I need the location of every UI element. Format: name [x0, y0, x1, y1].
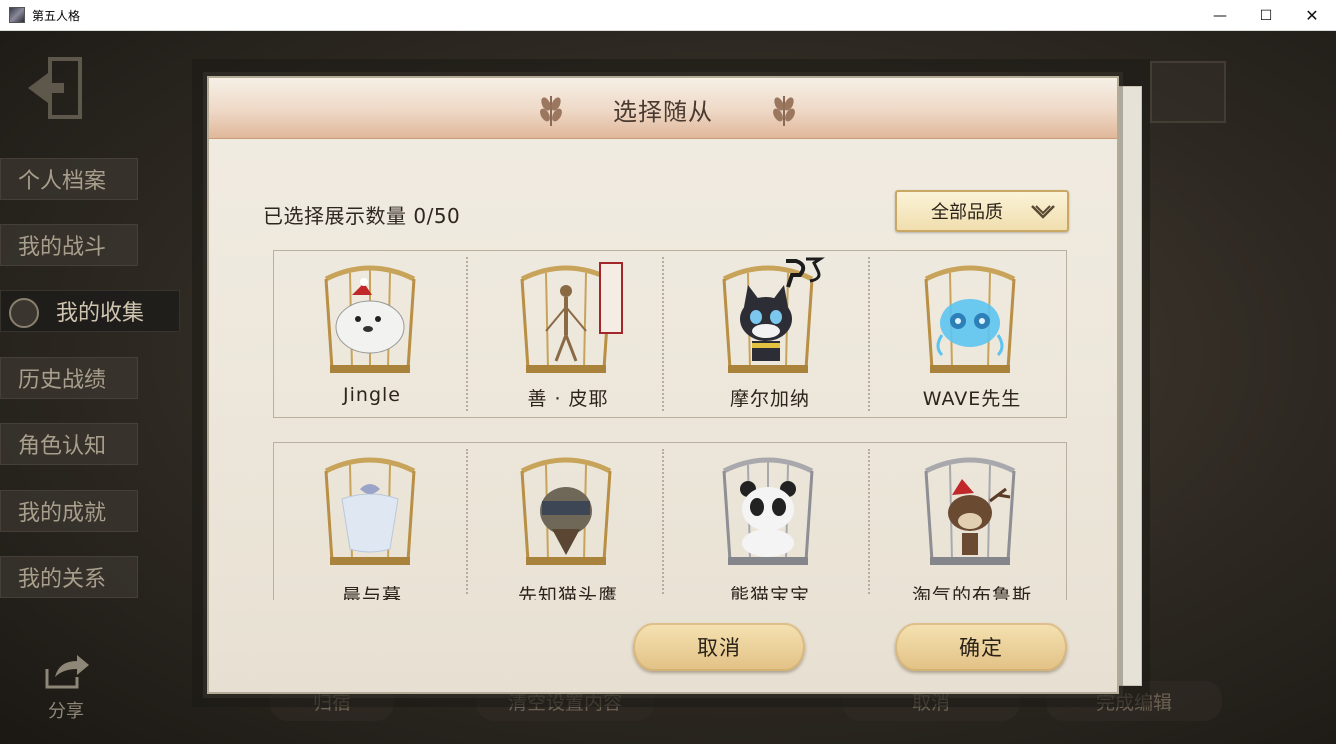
- minimize-button[interactable]: —: [1197, 0, 1243, 31]
- jellyfish-icon: [936, 299, 1004, 357]
- divider: [868, 449, 870, 594]
- companion-name: 善 · 皮耶: [527, 388, 609, 410]
- confirm-button[interactable]: 确定: [895, 623, 1067, 671]
- companion-card-pierre[interactable]: 善 · 皮耶: [470, 251, 666, 417]
- companion-name: 先知猫头鹰: [517, 585, 618, 600]
- wheat-ornament-icon: [773, 96, 795, 126]
- app-icon: [9, 7, 25, 23]
- maximize-button[interactable]: ☐: [1243, 0, 1289, 31]
- gold-cage-icon: [324, 457, 416, 565]
- sidebar-item-character-cognition[interactable]: 角色认知: [0, 423, 138, 465]
- sidebar-item-label: 我的成就: [18, 501, 107, 526]
- exit-door-icon[interactable]: [24, 55, 88, 121]
- sidebar-item-label: 我的关系: [18, 567, 107, 592]
- sidebar-item-label: 我的收集: [56, 301, 145, 326]
- gold-cage-icon: [520, 262, 623, 373]
- companion-row: 晨与暮 先知猫头鹰 熊猫宝宝 淘气的布鲁斯: [273, 442, 1067, 600]
- cancel-button[interactable]: 取消: [633, 623, 805, 671]
- sidebar-item-relations[interactable]: 我的关系: [0, 556, 138, 598]
- share-icon: [45, 655, 89, 689]
- sidebar-item-history[interactable]: 历史战绩: [0, 357, 138, 399]
- sidebar-item-label: 角色认知: [18, 434, 107, 459]
- selected-count: 已选择展示数量 0/50: [263, 204, 461, 228]
- companion-name: 晨与暮: [341, 585, 402, 600]
- panda-icon: [740, 481, 796, 557]
- companion-card-jingle[interactable]: Jingle: [274, 251, 470, 417]
- gold-cage-icon: [324, 265, 416, 373]
- sidebar-item-label: 个人档案: [18, 169, 107, 194]
- sidebar-item-battles[interactable]: 我的战斗: [0, 224, 138, 266]
- companion-name: 熊猫宝宝: [729, 585, 810, 600]
- gold-cage-icon: [520, 457, 612, 565]
- dialog-title: 选择随从: [613, 98, 713, 126]
- sidebar-item-profile[interactable]: 个人档案: [0, 158, 138, 200]
- share-label: 分享: [48, 701, 84, 722]
- sidebar-item-collection[interactable]: 我的收集: [0, 290, 180, 332]
- puppet-icon: [545, 285, 587, 362]
- persona5-logo-icon: [786, 257, 825, 288]
- emblem-icon: [9, 298, 39, 328]
- companion-name: Jingle: [343, 384, 401, 406]
- companion-card-prophet-owl[interactable]: 先知猫头鹰: [470, 443, 666, 600]
- close-button[interactable]: ✕: [1289, 0, 1335, 31]
- silver-cage-icon: [722, 457, 814, 565]
- select-companion-dialog: 选择随从 已选择展示数量 0/50 全部品质 Jingle 善 · 皮耶 摩尔加…: [207, 76, 1119, 694]
- companion-name: 摩尔加纳: [729, 388, 810, 410]
- companion-card-panda[interactable]: 熊猫宝宝: [672, 443, 868, 600]
- game-viewport: 个人档案 我的战斗 我的收集 历史战绩 角色认知 我的成就 我的关系 分享 归宿…: [0, 31, 1336, 744]
- quality-filter-dropdown[interactable]: 全部品质: [895, 190, 1069, 232]
- cat-icon: [740, 285, 792, 361]
- companion-row: Jingle 善 · 皮耶 摩尔加纳 WAVE先生: [273, 250, 1067, 418]
- sidebar-item-label: 我的战斗: [18, 235, 107, 260]
- quality-filter-value: 全部品质: [931, 202, 1003, 223]
- background-panel: [1150, 61, 1226, 123]
- dialog-header: 选择随从: [209, 78, 1117, 139]
- window-title: 第五人格: [32, 8, 81, 23]
- gold-cage-icon: [722, 257, 825, 373]
- sidebar-item-achievements[interactable]: 我的成就: [0, 490, 138, 532]
- confirm-label: 确定: [959, 636, 1003, 660]
- companion-card-morgana[interactable]: 摩尔加纳: [672, 251, 868, 417]
- companion-card-bruce[interactable]: 淘气的布鲁斯: [874, 443, 1066, 600]
- gold-cage-icon: [924, 265, 1016, 373]
- companion-name: 淘气的布鲁斯: [911, 585, 1032, 600]
- share-button[interactable]: 分享: [36, 651, 96, 723]
- companion-card-dawn-and-dusk[interactable]: 晨与暮: [274, 443, 470, 600]
- chevron-down-icon: [1031, 205, 1055, 219]
- silver-cage-icon: [924, 457, 1016, 565]
- reindeer-icon: [948, 479, 1011, 555]
- cancel-label: 取消: [697, 636, 741, 660]
- window-titlebar: 第五人格 — ☐ ✕: [0, 0, 1336, 31]
- sidebar-item-label: 历史战绩: [18, 368, 107, 393]
- companion-card-wave[interactable]: WAVE先生: [874, 251, 1070, 417]
- companion-name: WAVE先生: [922, 388, 1022, 410]
- divider: [868, 257, 870, 411]
